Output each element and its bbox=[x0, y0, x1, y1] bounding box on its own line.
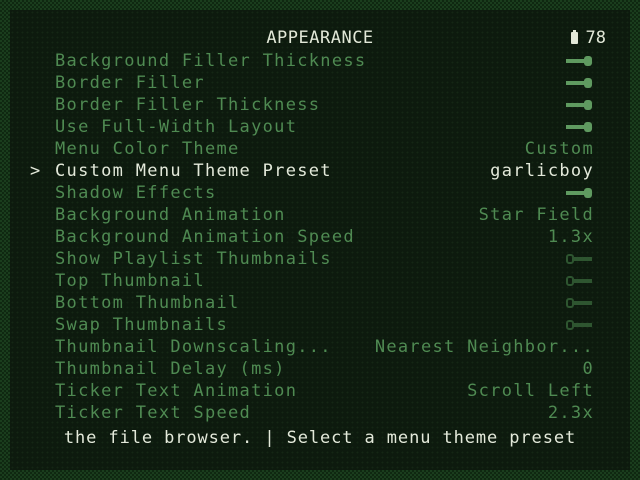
menu-item[interactable]: Background Animation Star Field bbox=[10, 204, 630, 226]
toggle-off-icon[interactable] bbox=[566, 254, 592, 264]
menu-item-label: Ticker Text Animation bbox=[55, 381, 298, 401]
menu-item-label: Custom Menu Theme Preset bbox=[55, 161, 332, 181]
menu-item[interactable]: Thumbnail Downscaling... Nearest Neighbor… bbox=[10, 336, 630, 358]
menu-item-label: Border Filler Thickness bbox=[55, 95, 321, 115]
menu-item[interactable]: Background Animation Speed 1.3x bbox=[10, 226, 630, 248]
checkered-border: APPEARANCE 78 Background Filler Thicknes… bbox=[0, 0, 640, 480]
menu-item-label: Background Filler Thickness bbox=[55, 51, 367, 71]
toggle-on-icon[interactable] bbox=[566, 100, 592, 110]
menu-item-value: Scroll Left bbox=[467, 381, 594, 401]
toggle-off-icon[interactable] bbox=[566, 298, 592, 308]
menu-item[interactable]: Show Playlist Thumbnails bbox=[10, 248, 630, 270]
menu-item[interactable]: Shadow Effects bbox=[10, 182, 630, 204]
menu-item-label: Menu Color Theme bbox=[55, 139, 240, 159]
selection-cursor-icon: > bbox=[30, 161, 42, 181]
toggle-off-icon[interactable] bbox=[566, 276, 592, 286]
menu-item[interactable]: > Custom Menu Theme Preset garlicboy bbox=[10, 160, 630, 182]
battery-icon bbox=[570, 30, 578, 44]
menu-item-label: Thumbnail Delay (ms) bbox=[55, 359, 286, 379]
menu-item-label: Use Full-Width Layout bbox=[55, 117, 298, 137]
menu-item-value: 2.3x bbox=[547, 403, 594, 423]
menu-item-value: Custom bbox=[524, 139, 594, 159]
menu-item-value: Star Field bbox=[478, 205, 594, 225]
help-ticker-text: the file browser. | Select a menu theme … bbox=[63, 428, 577, 448]
menu-item[interactable]: Ticker Text Animation Scroll Left bbox=[10, 380, 630, 402]
page-title: APPEARANCE bbox=[266, 28, 374, 48]
menu-item-label: Background Animation bbox=[55, 205, 286, 225]
menu-item[interactable]: Top Thumbnail bbox=[10, 270, 630, 292]
menu-item[interactable]: Border Filler Thickness bbox=[10, 94, 630, 116]
toggle-on-icon[interactable] bbox=[566, 122, 592, 132]
menu-item-label: Ticker Text Speed bbox=[55, 403, 252, 423]
menu-item-value: 1.3x bbox=[547, 227, 594, 247]
menu-item-label: Shadow Effects bbox=[55, 183, 217, 203]
menu-item-label: Thumbnail Downscaling... bbox=[55, 337, 332, 357]
toggle-on-icon[interactable] bbox=[566, 56, 592, 66]
menu-item-value: garlicboy bbox=[490, 161, 594, 181]
menu-item-label: Border Filler bbox=[55, 73, 205, 93]
menu-item[interactable]: Border Filler bbox=[10, 72, 630, 94]
toggle-on-icon[interactable] bbox=[566, 188, 592, 198]
menu-item[interactable]: Background Filler Thickness bbox=[10, 50, 630, 72]
menu-item[interactable]: Swap Thumbnails bbox=[10, 314, 630, 336]
menu-item-label: Background Animation Speed bbox=[55, 227, 355, 247]
menu-screen: APPEARANCE 78 Background Filler Thicknes… bbox=[10, 10, 630, 470]
menu-item[interactable]: Bottom Thumbnail bbox=[10, 292, 630, 314]
menu-item-label: Bottom Thumbnail bbox=[55, 293, 240, 313]
menu-item-value: 0 bbox=[582, 359, 594, 379]
toggle-off-icon[interactable] bbox=[566, 320, 592, 330]
menu-item-value: Nearest Neighbor... bbox=[374, 337, 594, 357]
menu-item[interactable]: Menu Color Theme Custom bbox=[10, 138, 630, 160]
menu-item[interactable]: Ticker Text Speed 2.3x bbox=[10, 402, 630, 424]
menu-item-label: Top Thumbnail bbox=[55, 271, 205, 291]
battery-status: 78 bbox=[570, 28, 606, 48]
settings-menu-list: Background Filler Thickness Border Filler… bbox=[10, 50, 630, 424]
battery-level: 78 bbox=[585, 28, 606, 48]
menu-item-label: Swap Thumbnails bbox=[55, 315, 229, 335]
menu-item[interactable]: Thumbnail Delay (ms) 0 bbox=[10, 358, 630, 380]
toggle-on-icon[interactable] bbox=[566, 78, 592, 88]
menu-item-label: Show Playlist Thumbnails bbox=[55, 249, 332, 269]
menu-item[interactable]: Use Full-Width Layout bbox=[10, 116, 630, 138]
